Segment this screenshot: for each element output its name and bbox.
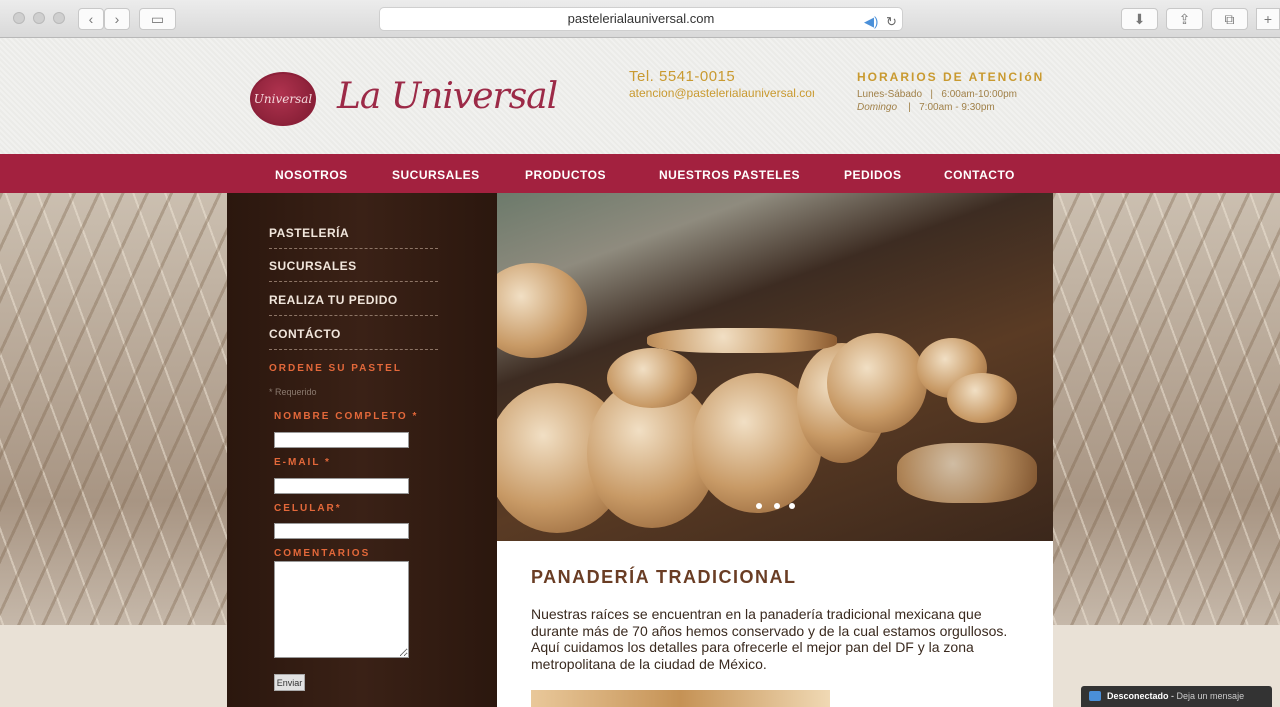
nav-productos[interactable]: PRODUCTOS <box>525 168 606 182</box>
chat-icon <box>1089 691 1101 701</box>
chat-message: Deja un mensaje <box>1176 691 1245 701</box>
hours-day: Lunes-Sábado <box>857 89 923 100</box>
bread-decor <box>647 328 837 353</box>
chat-separator: - <box>1168 691 1177 701</box>
submit-button[interactable]: Enviar <box>274 674 305 691</box>
bread-decor <box>947 373 1017 423</box>
name-label: NOMBRE COMPLETO * <box>274 411 419 422</box>
sidebar-link-sucursales[interactable]: SUCURSALES <box>269 259 438 282</box>
hours-day: Domingo <box>857 102 898 113</box>
slider-dot-2[interactable] <box>774 503 780 509</box>
content-thumbnail <box>531 690 830 707</box>
brand-logo[interactable]: La Universal <box>337 76 558 117</box>
content-body: Nuestras raíces se encuentran en la pana… <box>531 606 1008 672</box>
share-icon[interactable]: ⇪ <box>1166 8 1203 30</box>
content-panel: PANADERÍA TRADICIONAL Nuestras raíces se… <box>497 541 1053 707</box>
hero-image-bread <box>497 193 1053 541</box>
hours-time: 6:00am-10:00pm <box>941 89 1017 100</box>
sidebar-link-pasteleria[interactable]: PASTELERÍA <box>269 226 438 249</box>
back-icon[interactable]: ‹ <box>78 8 104 30</box>
bread-decor <box>607 348 697 408</box>
nav-contacto[interactable]: CONTACTO <box>944 168 1015 182</box>
browser-toolbar: ‹ › ▭ pastelerialauniversal.com ◀) ↻ ⬇ ⇪… <box>0 0 1280 38</box>
url-text: pastelerialauniversal.com <box>567 11 715 26</box>
tabs-overview-icon[interactable]: ⧉ <box>1211 8 1248 30</box>
main-nav: NOSOTROS SUCURSALES PRODUCTOS NUESTROS P… <box>0 154 1280 193</box>
email-input[interactable] <box>274 478 409 494</box>
content-title: PANADERÍA TRADICIONAL <box>531 567 797 587</box>
audio-icon[interactable]: ◀) <box>864 11 878 33</box>
zoom-window-button[interactable] <box>53 12 65 24</box>
comments-label: COMENTARIOS <box>274 548 371 559</box>
sidebar-link-pedido[interactable]: REALIZA TU PEDIDO <box>269 293 438 316</box>
chat-widget[interactable]: Desconectado - Deja un mensaje <box>1081 686 1272 707</box>
sidebar-link-contacto[interactable]: CONTÁCTO <box>269 327 438 350</box>
downloads-icon[interactable]: ⬇ <box>1121 8 1158 30</box>
hours-separator: | <box>908 102 911 113</box>
order-form-title: ORDENE SU PASTEL <box>269 363 402 374</box>
slider-dot-1[interactable] <box>756 503 762 509</box>
bread-decor <box>497 263 587 358</box>
bread-decor <box>827 333 927 433</box>
chat-status: Desconectado <box>1107 691 1169 701</box>
minimize-window-button[interactable] <box>33 12 45 24</box>
nav-sucursales[interactable]: SUCURSALES <box>392 168 480 182</box>
hours-separator: | <box>930 89 934 100</box>
phone-number: Tel. 5541-0015 <box>629 68 736 85</box>
email-link[interactable]: atencion@pastelerialauniversal.com <box>629 86 814 100</box>
close-window-button[interactable] <box>13 12 25 24</box>
required-note: * Requerido <box>269 387 317 397</box>
hours-row-sunday: Domingo | 7:00am - 9:30pm <box>857 102 995 113</box>
hours-title: HORARIOS DE ATENCIóN <box>857 70 1045 84</box>
site-header: Universal La Universal Tel. 5541-0015 at… <box>0 38 1280 154</box>
nav-pedidos[interactable]: PEDIDOS <box>844 168 902 182</box>
comments-textarea[interactable] <box>274 561 409 658</box>
hours-time: 7:00am - 9:30pm <box>919 102 995 113</box>
nav-nuestros-pasteles[interactable]: NUESTROS PASTELES <box>659 168 800 182</box>
reload-icon[interactable]: ↻ <box>886 11 897 33</box>
nav-nosotros[interactable]: NOSOTROS <box>275 168 348 182</box>
seal-text: Universal <box>253 92 313 106</box>
cell-input[interactable] <box>274 523 409 539</box>
sidebar: PASTELERÍA SUCURSALES REALIZA TU PEDIDO … <box>227 193 497 707</box>
logo-seal[interactable]: Universal <box>250 72 316 126</box>
slider-dot-3[interactable] <box>789 503 795 509</box>
new-tab-icon[interactable]: + <box>1256 8 1280 30</box>
bread-decor <box>897 443 1037 503</box>
address-bar[interactable]: pastelerialauniversal.com ◀) ↻ <box>379 7 903 31</box>
background-strip-left <box>0 625 227 707</box>
email-label: E-MAIL * <box>274 457 331 468</box>
hours-row-weekdays: Lunes-Sábado | 6:00am-10:00pm <box>857 89 1017 100</box>
name-input[interactable] <box>274 432 409 448</box>
sidebar-toggle-icon[interactable]: ▭ <box>139 8 176 30</box>
cell-label: CELULAR* <box>274 503 342 514</box>
forward-icon[interactable]: › <box>104 8 130 30</box>
